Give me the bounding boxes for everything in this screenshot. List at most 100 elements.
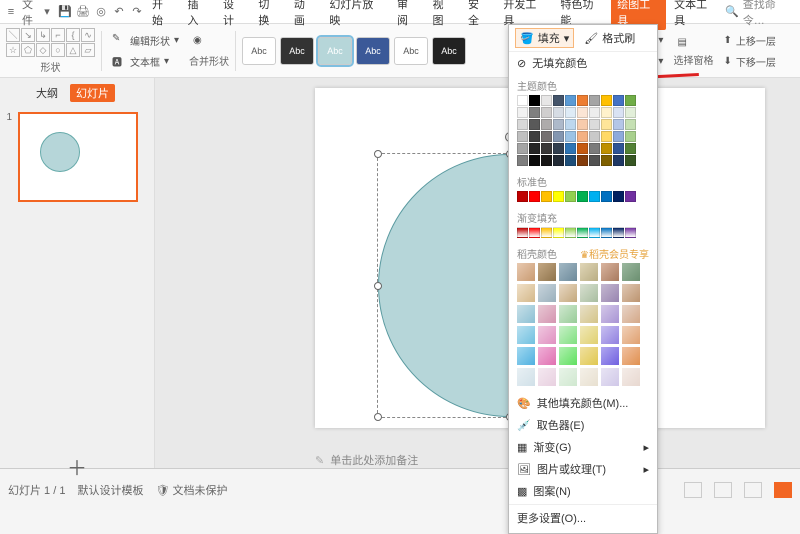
color-swatch[interactable] [613,143,624,154]
textbox-button[interactable]: 🅰文本框▾ [108,52,183,71]
color-swatch[interactable] [589,95,600,106]
color-swatch[interactable] [553,191,564,202]
dk-gradient-swatch[interactable] [580,347,598,365]
color-swatch[interactable] [613,119,624,130]
edit-shape-button[interactable]: ✎编辑形状▾ [108,31,183,50]
theme-color-grid[interactable] [509,95,657,170]
color-swatch[interactable] [517,131,528,142]
undo-icon[interactable]: ↶ [112,5,126,19]
color-swatch[interactable] [565,131,576,142]
menu-security[interactable]: 安全 [462,0,495,30]
color-swatch[interactable] [541,95,552,106]
color-swatch[interactable] [601,107,612,118]
menu-view[interactable]: 视图 [426,0,459,30]
color-swatch[interactable] [541,131,552,142]
notes-placeholder[interactable]: ✎ 单击此处添加备注 [315,452,418,468]
pattern-option[interactable]: ▩图案(N) [509,480,657,502]
color-swatch[interactable] [553,131,564,142]
color-swatch[interactable] [553,107,564,118]
color-swatch[interactable] [577,143,588,154]
color-swatch[interactable] [589,131,600,142]
color-swatch[interactable] [529,119,540,130]
color-swatch[interactable] [517,143,528,154]
color-swatch[interactable] [553,119,564,130]
preview-icon[interactable]: ◎ [94,5,108,19]
color-swatch[interactable] [601,131,612,142]
color-swatch[interactable] [529,143,540,154]
color-swatch[interactable] [529,155,540,166]
color-swatch[interactable] [589,191,600,202]
move-down-button[interactable]: ⬇下移一层 [719,52,779,71]
more-fill-colors[interactable]: 🎨其他填充颜色(M)... [509,392,657,414]
menu-transition[interactable]: 切换 [252,0,285,30]
color-swatch[interactable] [529,95,540,106]
gradient-swatch[interactable] [517,227,528,238]
color-swatch[interactable] [553,95,564,106]
dk-gradient-grid[interactable] [509,263,657,392]
color-swatch[interactable] [613,107,624,118]
color-swatch[interactable] [565,143,576,154]
color-swatch[interactable] [589,119,600,130]
color-swatch[interactable] [577,191,588,202]
gradient-swatch[interactable] [565,227,576,238]
dk-gradient-swatch[interactable] [559,284,577,302]
menu-insert[interactable]: 插入 [181,0,214,30]
color-swatch[interactable] [625,107,636,118]
color-swatch[interactable] [565,107,576,118]
gradient-swatch[interactable] [529,227,540,238]
app-menu-icon[interactable]: ≡ [4,5,18,19]
shape-style-gallery[interactable]: Abc Abc Abc Abc Abc Abc [242,37,466,65]
move-up-button[interactable]: ⬆上移一层 [719,31,779,50]
menu-start[interactable]: 开始 [146,0,179,30]
color-swatch[interactable] [625,191,636,202]
dk-gradient-swatch[interactable] [601,284,619,302]
color-swatch[interactable] [541,191,552,202]
no-fill-option[interactable]: ⊘无填充颜色 [509,52,657,74]
dk-gradient-swatch[interactable] [517,347,535,365]
dk-gradient-swatch[interactable] [622,368,640,386]
resize-handle-nw[interactable] [374,150,382,158]
dk-gradient-swatch[interactable] [622,263,640,281]
color-swatch[interactable] [625,131,636,142]
color-swatch[interactable] [517,155,528,166]
color-swatch[interactable] [517,95,528,106]
color-swatch[interactable] [625,155,636,166]
gradient-row[interactable] [509,227,657,242]
gradient-swatch[interactable] [553,227,564,238]
dk-gradient-swatch[interactable] [538,284,556,302]
dk-gradient-swatch[interactable] [538,368,556,386]
color-swatch[interactable] [601,143,612,154]
menu-texttools[interactable]: 文本工具 [668,0,723,30]
dk-gradient-swatch[interactable] [601,368,619,386]
style-6[interactable]: Abc [432,37,466,65]
dk-gradient-swatch[interactable] [517,284,535,302]
color-swatch[interactable] [577,155,588,166]
format-painter-button[interactable]: 🖌格式刷 [580,29,639,47]
save-icon[interactable]: 💾 [58,5,72,19]
color-swatch[interactable] [577,119,588,130]
menu-anim[interactable]: 动画 [288,0,321,30]
dk-gradient-swatch[interactable] [538,326,556,344]
dk-gradient-swatch[interactable] [622,326,640,344]
dk-gradient-swatch[interactable] [622,347,640,365]
color-swatch[interactable] [625,119,636,130]
color-swatch[interactable] [625,143,636,154]
color-swatch[interactable] [541,107,552,118]
command-search[interactable]: 🔍 查找命令… [725,0,796,28]
dk-gradient-swatch[interactable] [601,347,619,365]
color-swatch[interactable] [565,119,576,130]
color-swatch[interactable] [541,119,552,130]
dk-gradient-swatch[interactable] [517,326,535,344]
color-swatch[interactable] [565,155,576,166]
more-settings-option[interactable]: 更多设置(O)... [509,507,657,529]
color-swatch[interactable] [613,131,624,142]
color-swatch[interactable] [565,191,576,202]
color-swatch[interactable] [613,191,624,202]
menu-design[interactable]: 设计 [217,0,250,30]
merge-shapes-button[interactable]: ◉ [189,33,229,51]
color-swatch[interactable] [541,143,552,154]
dk-gradient-swatch[interactable] [559,326,577,344]
color-swatch[interactable] [601,155,612,166]
color-swatch[interactable] [529,191,540,202]
dk-gradient-swatch[interactable] [622,284,640,302]
